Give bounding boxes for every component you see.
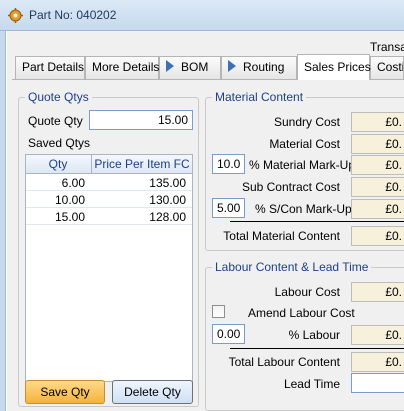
- material-cost-field[interactable]: £0.: [351, 134, 404, 154]
- qty-cell: 10.00: [54, 193, 85, 207]
- labour-percent-input[interactable]: [212, 324, 245, 344]
- tab-label: More Details: [92, 60, 160, 74]
- title-bar: Part No: 040202: [0, 0, 404, 31]
- quote-qty-label: Quote Qty: [28, 114, 83, 128]
- sundry-cost-field[interactable]: £0.: [351, 112, 404, 132]
- amend-labour-checkbox[interactable]: [212, 305, 225, 318]
- price-cell: 130.00: [149, 193, 186, 207]
- total-material-field[interactable]: £0.: [351, 226, 404, 246]
- material-markup-label: % Material Mark-Up: [249, 158, 356, 172]
- tab-routing[interactable]: Routing: [221, 56, 297, 79]
- group-legend: Labour Content & Lead Time: [212, 260, 372, 274]
- sub-contract-cost-field[interactable]: £0.: [351, 177, 404, 197]
- arrow-right-icon: [166, 60, 174, 72]
- total-separator: [230, 221, 404, 222]
- save-qty-button[interactable]: Save Qty: [25, 380, 105, 404]
- total-labour-label: Total Labour Content: [228, 355, 340, 369]
- amend-labour-label: Amend Labour Cost: [248, 306, 355, 320]
- price-cell: 135.00: [149, 176, 186, 190]
- price-cell: 128.00: [149, 210, 186, 224]
- tab-more-details[interactable]: More Details: [85, 56, 159, 79]
- material-cost-label: Material Cost: [269, 137, 340, 151]
- transactions-label: Transac: [370, 40, 404, 54]
- column-header-qty[interactable]: Qty: [26, 157, 90, 171]
- tab-costing[interactable]: Costin: [370, 56, 404, 79]
- saved-qtys-grid[interactable]: Qty Price Per Item FC 6.00 135.00 10.00 …: [25, 154, 193, 382]
- labour-percent-amount[interactable]: £0.: [351, 325, 404, 345]
- tab-part-details[interactable]: Part Details: [15, 56, 85, 79]
- table-row[interactable]: 10.00 130.00: [26, 192, 192, 208]
- sundry-cost-label: Sundry Cost: [273, 115, 340, 129]
- sub-contract-cost-label: Sub Contract Cost: [241, 180, 340, 194]
- window-title: Part No: 040202: [29, 8, 117, 22]
- total-material-label: Total Material Content: [223, 229, 340, 243]
- scon-markup-amount[interactable]: £0.: [351, 199, 404, 219]
- tab-sales-prices[interactable]: Sales Prices: [297, 54, 371, 80]
- lead-time-input[interactable]: [351, 373, 404, 393]
- group-legend: Material Content: [212, 90, 307, 104]
- material-markup-amount[interactable]: £0.: [351, 155, 404, 175]
- column-header-price[interactable]: Price Per Item FC: [92, 157, 192, 171]
- total-separator: [230, 348, 404, 349]
- saved-qtys-label: Saved Qtys: [28, 136, 91, 150]
- table-row[interactable]: 15.00 128.00: [26, 209, 192, 225]
- qty-cell: 6.00: [61, 176, 85, 190]
- tab-label: Routing: [243, 60, 285, 74]
- window-frame-left: [0, 31, 6, 411]
- tab-label: Part Details: [22, 60, 85, 74]
- labour-cost-label: Labour Cost: [274, 285, 340, 299]
- delete-qty-button[interactable]: Delete Qty: [112, 380, 193, 404]
- material-markup-input[interactable]: [212, 154, 245, 174]
- qty-cell: 15.00: [54, 210, 85, 224]
- tab-label: BOM: [181, 60, 209, 74]
- tab-label: Sales Prices: [304, 60, 371, 74]
- total-labour-field[interactable]: £0.: [351, 352, 404, 372]
- arrow-right-icon: [228, 60, 236, 72]
- labour-percent-label: % Labour: [288, 328, 340, 342]
- grid-header: Qty Price Per Item FC: [26, 155, 192, 174]
- group-legend: Quote Qtys: [25, 90, 92, 104]
- labour-cost-field[interactable]: £0.: [351, 282, 404, 302]
- lead-time-label: Lead Time: [283, 377, 340, 391]
- scon-markup-label: % S/Con Mark-Up: [255, 202, 352, 216]
- gear-app-icon[interactable]: [8, 8, 23, 23]
- scon-markup-input[interactable]: [212, 198, 245, 218]
- quote-qty-input[interactable]: [89, 110, 193, 130]
- tab-label: Costin: [377, 60, 403, 74]
- tab-bom[interactable]: BOM: [159, 56, 221, 79]
- table-row[interactable]: 6.00 135.00: [26, 175, 192, 191]
